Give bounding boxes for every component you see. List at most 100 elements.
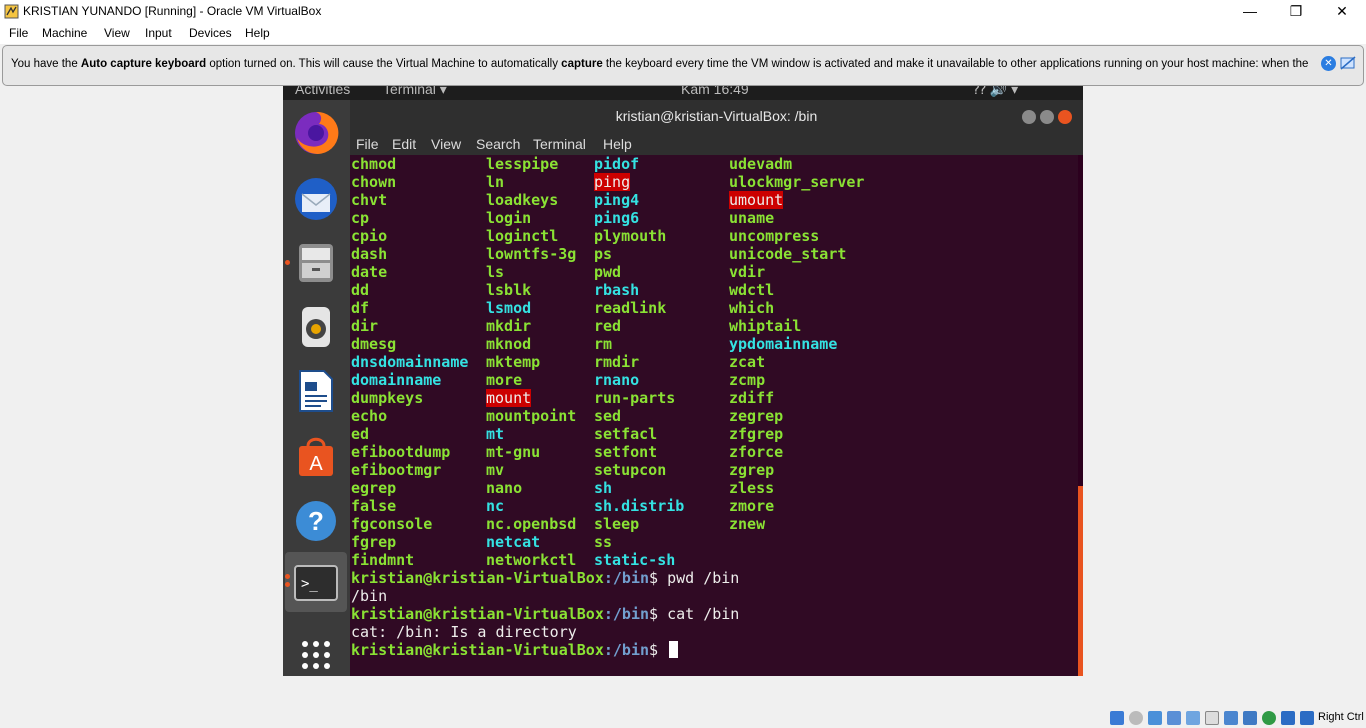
terminal-menu-edit[interactable]: Edit — [392, 136, 416, 152]
terminal-app-menu[interactable]: Terminal ▾ — [383, 86, 447, 98]
menu-file[interactable]: File — [9, 26, 28, 40]
terminal-menu-terminal[interactable]: Terminal — [533, 136, 586, 152]
rhythmbox-icon[interactable] — [291, 302, 341, 352]
running-indicator — [285, 582, 290, 587]
file-entry: cp — [351, 209, 370, 227]
file-entry: chown — [351, 173, 397, 191]
file-entry: static-sh — [594, 551, 676, 569]
file-entry: false — [351, 497, 397, 515]
libreoffice-writer-icon[interactable] — [291, 366, 341, 416]
optical-drive-icon[interactable] — [1129, 711, 1143, 725]
file-entry: lsmod — [486, 299, 532, 317]
terminal-menu-file[interactable]: File — [356, 136, 379, 152]
file-entry: ps — [594, 245, 613, 263]
terminal-minimize-button[interactable] — [1022, 110, 1036, 124]
file-entry: nano — [486, 479, 523, 497]
terminal-menu-help[interactable]: Help — [603, 136, 632, 152]
prompt-line: kristian@kristian-VirtualBox:/bin$ — [351, 641, 667, 659]
file-entry: ss — [594, 533, 613, 551]
file-entry: which — [729, 299, 775, 317]
file-entry: sed — [594, 407, 622, 425]
file-entry: lesspipe — [486, 155, 559, 173]
keyboard-capture-icon[interactable] — [1300, 711, 1314, 725]
file-entry: mountpoint — [486, 407, 577, 425]
file-entry: echo — [351, 407, 388, 425]
thunderbird-icon[interactable] — [291, 174, 341, 224]
show-applications-icon[interactable] — [291, 630, 341, 676]
file-entry: mt — [486, 425, 505, 443]
display-icon[interactable] — [1224, 711, 1238, 725]
file-entry: mkdir — [486, 317, 532, 335]
file-entry: lowntfs-3g — [486, 245, 577, 263]
ubuntu-software-icon[interactable]: A — [291, 432, 341, 482]
menu-machine[interactable]: Machine — [42, 26, 87, 40]
file-entry: pwd — [594, 263, 622, 281]
usb-icon[interactable] — [1186, 711, 1200, 725]
file-entry: whiptail — [729, 317, 802, 335]
prompt-path: :/bin — [603, 641, 650, 659]
file-entry: cpio — [351, 227, 388, 245]
file-entry: date — [351, 263, 388, 281]
running-indicator — [285, 574, 290, 579]
file-entry: networkctl — [486, 551, 577, 569]
file-entry: zgrep — [729, 461, 775, 479]
file-entry: sleep — [594, 515, 640, 533]
shared-folders-icon[interactable] — [1205, 711, 1219, 725]
prompt-line: kristian@kristian-VirtualBox:/bin$ cat /… — [351, 605, 739, 623]
mouse-integration-icon[interactable] — [1281, 711, 1295, 725]
network-icon[interactable] — [1167, 711, 1181, 725]
audio-icon[interactable] — [1148, 711, 1162, 725]
file-entry: plymouth — [594, 227, 667, 245]
file-entry: loginctl — [486, 227, 559, 245]
file-entry: fgrep — [351, 533, 397, 551]
terminal-maximize-button[interactable] — [1040, 110, 1054, 124]
file-entry: mktemp — [486, 353, 541, 371]
firefox-icon[interactable] — [291, 108, 341, 158]
file-entry: sh.distrib — [594, 497, 685, 515]
file-entry: uncompress — [729, 227, 820, 245]
notice-dont-show-icon[interactable] — [1340, 56, 1356, 71]
maximize-button[interactable]: ❐ — [1273, 0, 1319, 23]
file-entry: login — [486, 209, 532, 227]
file-entry: dmesg — [351, 335, 397, 353]
guest-additions-icon[interactable] — [1262, 711, 1276, 725]
file-entry: mt-gnu — [486, 443, 541, 461]
file-entry: efibootdump — [351, 443, 451, 461]
file-entry: chmod — [351, 155, 397, 173]
file-entry: findmnt — [351, 551, 415, 569]
menu-devices[interactable]: Devices — [189, 26, 232, 40]
file-entry: rm — [594, 335, 613, 353]
file-entry: ed — [351, 425, 370, 443]
terminal-close-button[interactable] — [1058, 110, 1072, 124]
menu-help[interactable]: Help — [245, 26, 270, 40]
vm-screen[interactable]: Activities Terminal ▾ Kam 16:49 ⁇ 🔊 ▾ A … — [283, 86, 1083, 676]
video-capture-icon[interactable] — [1243, 711, 1257, 725]
help-icon[interactable]: ? — [291, 496, 341, 546]
close-button[interactable]: ✕ — [1319, 0, 1365, 23]
menu-view[interactable]: View — [104, 26, 130, 40]
minimize-button[interactable]: — — [1227, 0, 1273, 23]
files-icon[interactable] — [291, 238, 341, 288]
file-entry: setupcon — [594, 461, 667, 479]
terminal-output[interactable]: chmod chown chvt cp cpio dash date dd df dir dmesg… — [350, 155, 1078, 676]
file-entry: egrep — [351, 479, 397, 497]
file-entry: udevadm — [729, 155, 793, 173]
terminal-menu-search[interactable]: Search — [476, 136, 520, 152]
hard-disk-icon[interactable] — [1110, 711, 1124, 725]
activities-button[interactable]: Activities — [295, 86, 350, 97]
terminal-icon[interactable]: >_ — [291, 558, 341, 608]
file-entry: efibootmgr — [351, 461, 442, 479]
clock[interactable]: Kam 16:49 — [681, 86, 749, 97]
terminal-scrollbar[interactable] — [1078, 486, 1083, 676]
command-output: cat: /bin: Is a directory — [351, 623, 577, 641]
file-entry: vdir — [729, 263, 766, 281]
terminal-menu-view[interactable]: View — [431, 136, 461, 152]
file-entry: dir — [351, 317, 379, 335]
system-tray-icons[interactable]: ⁇ 🔊 ▾ — [973, 86, 1018, 98]
file-entry: zcat — [729, 353, 766, 371]
text-cursor — [669, 641, 679, 658]
notice-close-icon[interactable]: ✕ — [1321, 56, 1336, 71]
running-indicator — [285, 260, 290, 265]
menu-input[interactable]: Input — [145, 26, 172, 40]
terminal-titlebar[interactable]: kristian@kristian-VirtualBox: /bin — [350, 100, 1083, 133]
